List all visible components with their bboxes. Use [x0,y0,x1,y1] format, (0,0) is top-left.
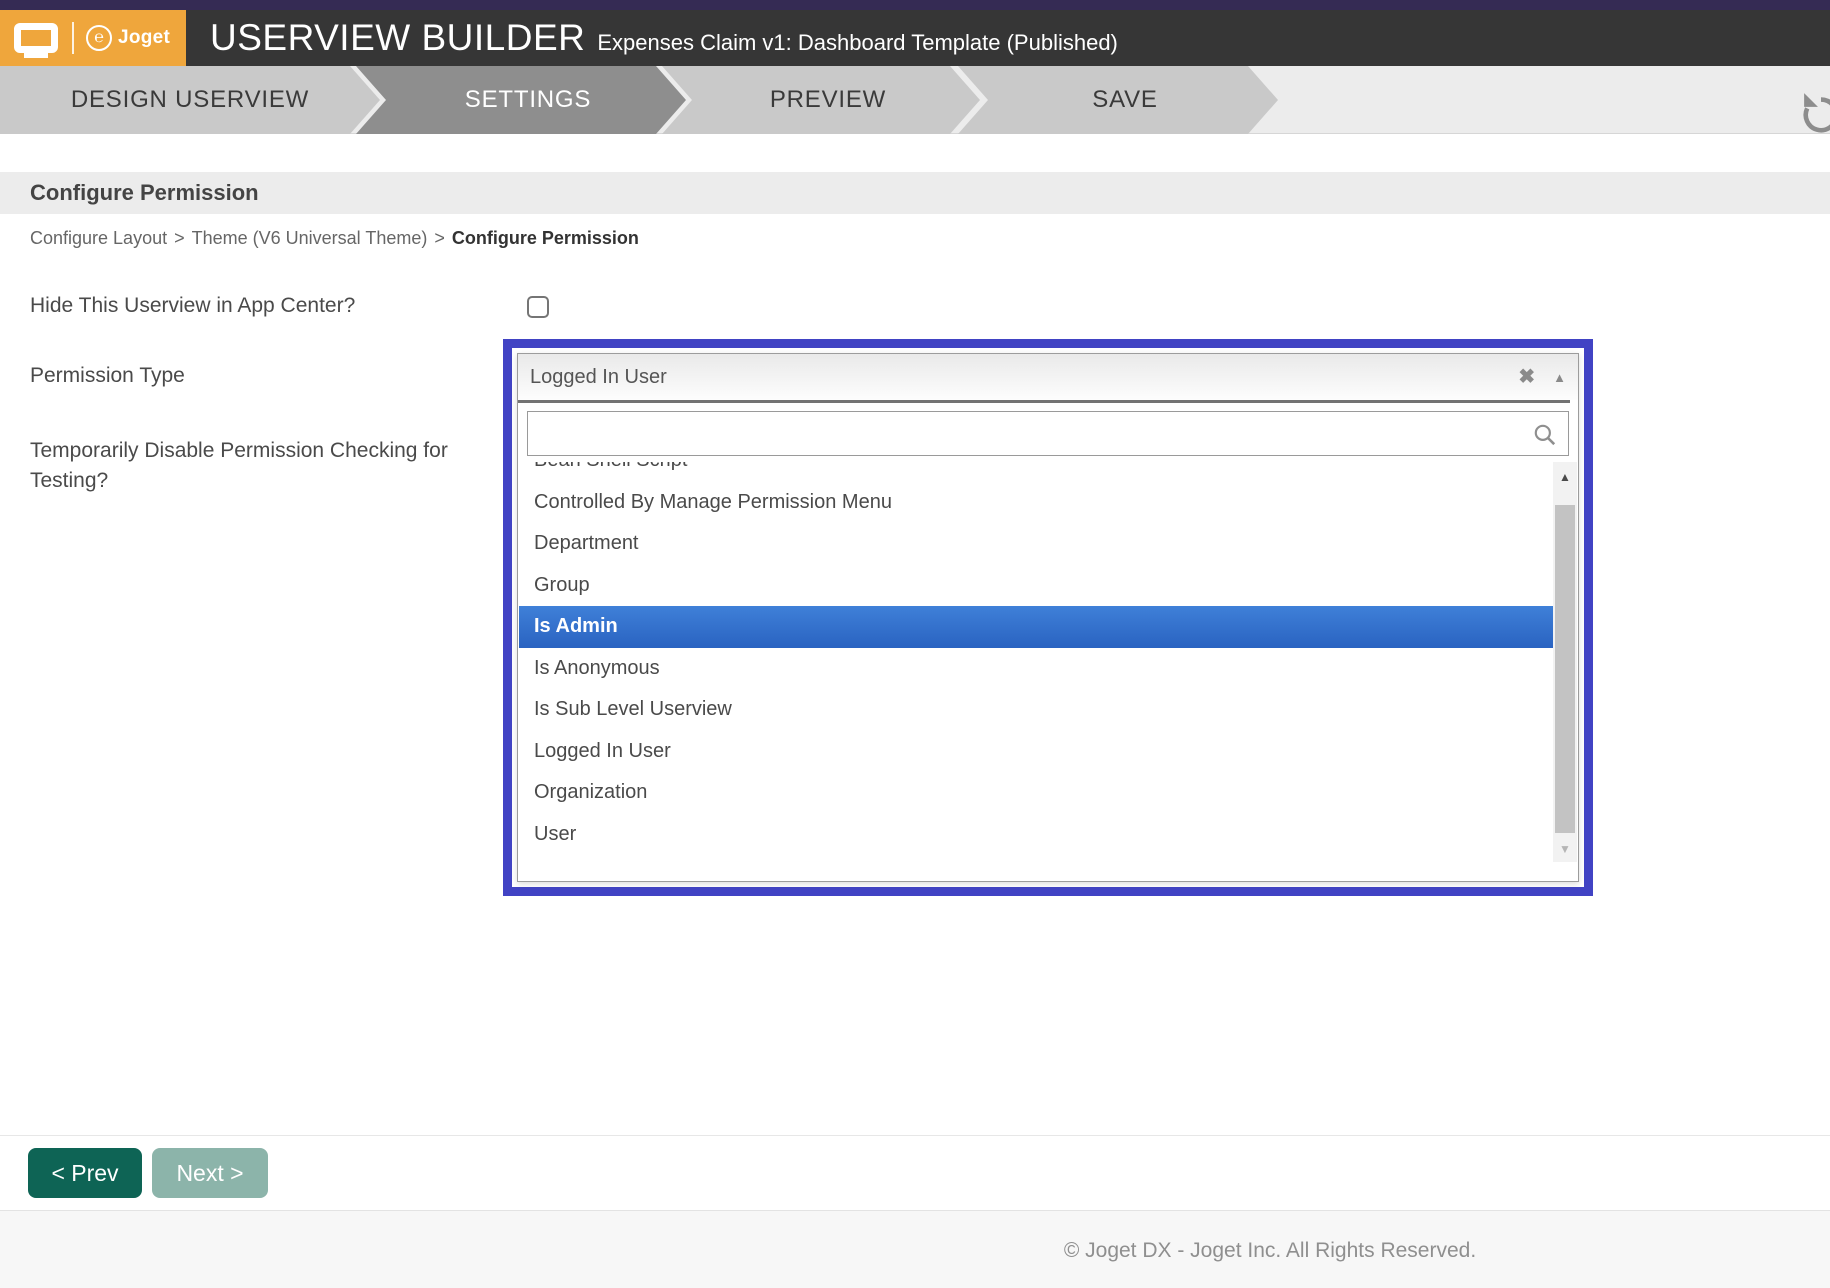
dropdown-scrollbar[interactable]: ▲ ▼ [1553,462,1577,862]
tab-preview[interactable]: PREVIEW [662,66,980,134]
dropdown-option-highlighted[interactable]: Is Admin [519,606,1553,648]
page-title: Configure Permission [0,180,259,206]
dropdown-option[interactable]: Is Sub Level Userview [519,689,1553,731]
title-area: USERVIEW BUILDER Expenses Claim v1: Dash… [186,17,1118,59]
dropdown-option[interactable]: User [519,814,1553,856]
undo-icon[interactable] [1798,88,1830,138]
section-bar: Configure Permission [0,172,1830,214]
monitor-icon [14,23,58,53]
scrollbar-thumb[interactable] [1555,505,1575,833]
permission-type-label: Permission Type [30,364,185,388]
builder-title: USERVIEW BUILDER [210,17,585,59]
hide-userview-label: Hide This Userview in App Center? [30,294,355,318]
dropdown-option[interactable]: Department [519,523,1553,565]
close-icon[interactable]: ✖ [1518,367,1535,387]
dropdown-option[interactable]: Organization [519,772,1553,814]
permission-type-dropdown: Logged In User ✖ ▲ Bean Shell Script Con… [503,339,1593,896]
copyright-text: © Joget DX - Joget Inc. All Rights Reser… [1064,1239,1476,1263]
dropdown-option[interactable]: Controlled By Manage Permission Menu [519,482,1553,524]
prev-button[interactable]: < Prev [28,1148,142,1198]
app-header: ℮ Joget USERVIEW BUILDER Expenses Claim … [0,10,1830,66]
disable-permission-label: Temporarily Disable Permission Checking … [30,436,500,496]
tab-settings[interactable]: SETTINGS [356,66,686,134]
joget-brand-text: Joget [118,27,170,49]
scrollbar-up-icon[interactable]: ▲ [1553,462,1577,492]
next-button[interactable]: Next > [152,1148,268,1198]
logo-divider [72,22,74,54]
dropdown-option[interactable]: Group [519,565,1553,607]
chevron-up-icon[interactable]: ▲ [1553,371,1566,384]
dropdown-search-area [518,403,1578,462]
dropdown-panel: Logged In User ✖ ▲ Bean Shell Script Con… [517,353,1579,882]
logo-block[interactable]: ℮ Joget [0,10,186,66]
search-icon [1532,422,1558,453]
dropdown-list: Bean Shell Script Controlled By Manage P… [519,462,1577,881]
breadcrumb-configure-layout[interactable]: Configure Layout [30,228,167,248]
breadcrumb-separator: > [174,228,185,248]
tab-save[interactable]: SAVE [958,66,1278,134]
dropdown-search-input[interactable] [527,411,1569,456]
scrollbar-down-icon[interactable]: ▼ [1553,836,1577,862]
builder-subtitle: Expenses Claim v1: Dashboard Template (P… [597,30,1118,56]
hide-userview-checkbox[interactable] [527,296,549,318]
breadcrumb: Configure Layout > Theme (V6 Universal The… [30,228,639,249]
tab-strip: DESIGN USERVIEW SETTINGS PREVIEW SAVE [0,66,1830,134]
dropdown-selected-header[interactable]: Logged In User ✖ ▲ [518,354,1578,400]
breadcrumb-current: Configure Permission [452,228,639,248]
breadcrumb-separator: > [434,228,445,248]
breadcrumb-theme[interactable]: Theme (V6 Universal Theme) [192,228,428,248]
dropdown-option[interactable]: Logged In User [519,731,1553,773]
joget-logo-icon: ℮ [86,25,112,51]
dropdown-option[interactable]: Is Anonymous [519,648,1553,690]
tab-design-userview[interactable]: DESIGN USERVIEW [0,66,380,134]
button-bar: < Prev Next > [0,1135,1830,1210]
top-accent-strip [0,0,1830,10]
footer: © Joget DX - Joget Inc. All Rights Reser… [0,1210,1830,1288]
dropdown-options: Bean Shell Script Controlled By Manage P… [519,462,1553,855]
dropdown-selected-value: Logged In User [530,366,1518,389]
dropdown-option[interactable]: Bean Shell Script [519,462,1553,482]
